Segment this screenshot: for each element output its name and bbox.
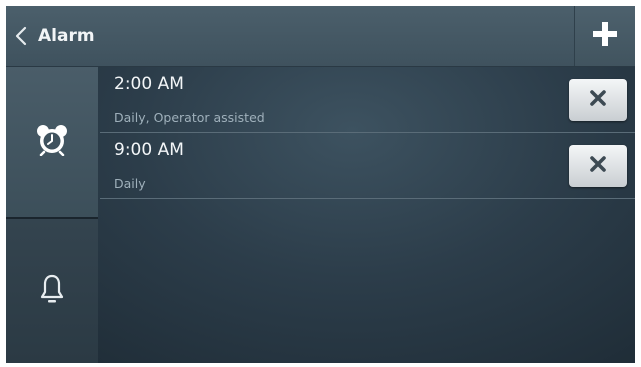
back-button[interactable]: Alarm (12, 16, 95, 56)
delete-alarm-button[interactable] (569, 79, 627, 121)
tab-notifications[interactable] (6, 219, 98, 363)
alarm-row[interactable]: 9:00 AM Daily (100, 133, 635, 199)
page-title: Alarm (38, 26, 95, 46)
header-bar: Alarm (6, 6, 635, 67)
sidebar (6, 67, 98, 363)
tab-alarms[interactable] (6, 67, 98, 219)
plus-icon (593, 22, 617, 50)
close-icon (589, 89, 607, 111)
alarm-details: Daily (114, 176, 146, 191)
bell-icon (40, 274, 64, 308)
alarm-time: 2:00 AM (114, 74, 184, 94)
add-alarm-button[interactable] (574, 6, 635, 66)
alarm-row[interactable]: 2:00 AM Daily, Operator assisted (100, 67, 635, 133)
alarm-clock-icon (35, 124, 69, 160)
delete-alarm-button[interactable] (569, 145, 627, 187)
alarm-list: 2:00 AM Daily, Operator assisted 9:00 AM… (100, 67, 635, 199)
close-icon (589, 155, 607, 177)
alarm-screen: Alarm 2:00 AM Daily, Operator assisted 9… (6, 6, 635, 363)
alarm-time: 9:00 AM (114, 140, 184, 160)
alarm-details: Daily, Operator assisted (114, 110, 265, 125)
chevron-left-icon (12, 25, 30, 47)
